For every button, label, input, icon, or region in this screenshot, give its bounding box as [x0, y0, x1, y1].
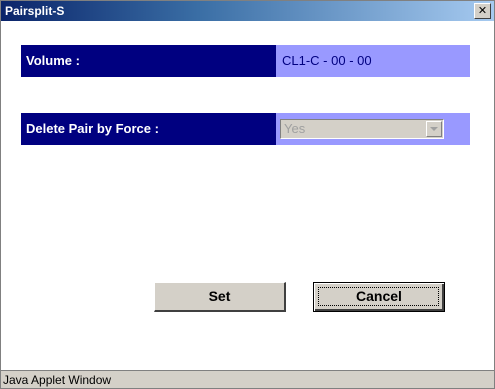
window-title: Pairsplit-S [5, 4, 65, 18]
close-icon: ✕ [477, 4, 488, 17]
cancel-button[interactable]: Cancel [313, 282, 445, 312]
delete-pair-by-force-select: Yes [280, 119, 444, 139]
title-bar[interactable]: Pairsplit-S ✕ [1, 1, 494, 21]
delete-pair-by-force-container: Yes [276, 113, 470, 145]
select-value: Yes [284, 121, 306, 136]
delete-pair-by-force-label: Delete Pair by Force : [21, 113, 276, 145]
close-button[interactable]: ✕ [474, 3, 491, 19]
dialog-window: Pairsplit-S ✕ Volume : CL1-C - 00 - 00 D… [0, 0, 495, 389]
volume-label: Volume : [21, 45, 276, 77]
volume-value: CL1-C - 00 - 00 [276, 45, 470, 77]
status-bar: Java Applet Window [1, 370, 494, 388]
set-button[interactable]: Set [154, 282, 286, 312]
focus-rectangle [318, 287, 439, 306]
chevron-down-icon [426, 121, 442, 137]
